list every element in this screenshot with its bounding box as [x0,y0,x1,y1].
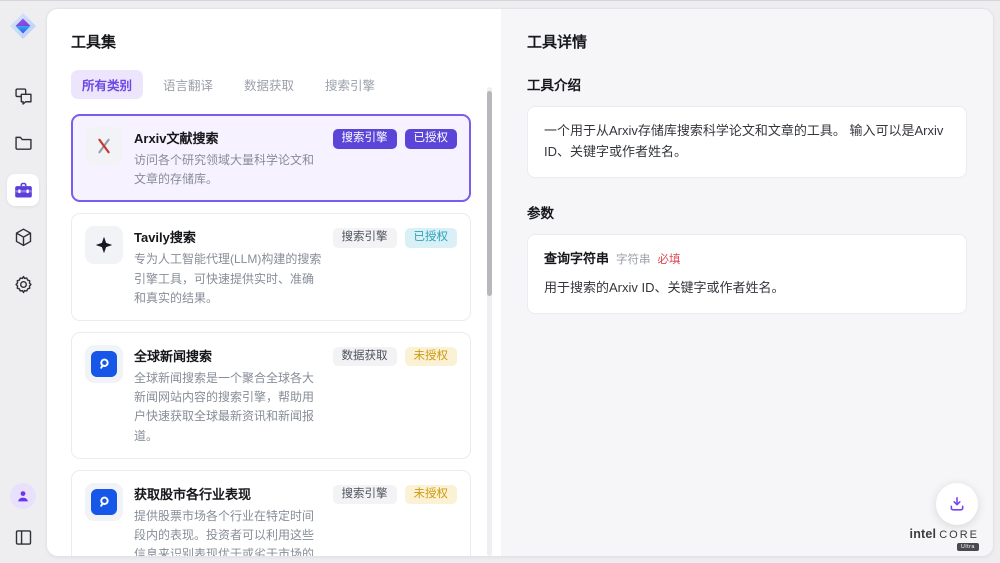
list-scrollbar-thumb[interactable] [487,91,492,296]
tool-list-title: 工具集 [71,31,471,52]
core-wordmark: core [939,529,979,541]
tool-icon [85,483,123,521]
toolbox-icon [13,180,34,201]
category-tabs: 所有类别语言翻译数据获取搜索引擎 [71,70,471,99]
tool-info: 全球新闻搜索 全球新闻搜索是一个聚合全球各大新闻网站内容的搜索引擎，帮助用户快速… [134,345,322,446]
tab[interactable]: 语言翻译 [152,70,224,99]
tool-name: Arxiv文献搜索 [134,128,322,147]
param-required-badge: 必填 [658,251,681,269]
tool-list-item[interactable]: Arxiv文献搜索 访问各个研究领域大量科学论文和文章的存储库。 搜索引擎 已授… [71,114,471,202]
intro-heading: 工具介绍 [527,74,967,94]
news-search-icon [91,489,117,515]
tool-list: Arxiv文献搜索 访问各个研究领域大量科学论文和文章的存储库。 搜索引擎 已授… [71,114,471,556]
tool-list-item[interactable]: 全球新闻搜索 全球新闻搜索是一个聚合全球各大新闻网站内容的搜索引擎，帮助用户快速… [71,332,471,459]
param-card: 查询字符串 字符串 必填 用于搜索的Arxiv ID、关键字或作者姓名。 [527,234,967,315]
tool-category-badge: 搜索引擎 [333,228,397,248]
tool-icon [85,127,123,165]
sidebar-item-models[interactable] [7,221,39,253]
intel-core-logo: intel core Ultra [910,528,979,551]
collapse-panel-button[interactable] [7,521,39,553]
sidebar-item-tools[interactable] [7,174,39,206]
panel-layout-icon [13,527,34,548]
tool-list-item[interactable]: 获取股市各行业表现 提供股票市场各个行业在特定时间段内的表现。投资者可以利用这些… [71,470,471,556]
sidebar-item-files[interactable] [7,127,39,159]
tool-info: Tavily搜索 专为人工智能代理(LLM)构建的搜索引擎工具，可快速提供实时、… [134,226,322,308]
tool-name: Tavily搜索 [134,227,322,246]
download-icon [947,494,967,514]
param-description: 用于搜索的Arxiv ID、关键字或作者姓名。 [544,278,950,299]
tool-description: 访问各个研究领域大量科学论文和文章的存储库。 [134,151,322,189]
left-sidebar [0,0,46,563]
chat-icon [13,86,34,107]
sidebar-item-settings[interactable] [7,268,39,300]
person-icon [15,488,31,504]
tool-auth-badge: 未授权 [405,485,458,505]
tool-badges: 数据获取 未授权 [333,345,458,367]
tool-description: 全球新闻搜索是一个聚合全球各大新闻网站内容的搜索引擎，帮助用户快速获取全球最新资… [134,369,322,446]
tool-category-badge: 搜索引擎 [333,485,397,505]
tool-description: 专为人工智能代理(LLM)构建的搜索引擎工具，可快速提供实时、准确和真实的结果。 [134,250,322,308]
tool-list-item[interactable]: Tavily搜索 专为人工智能代理(LLM)构建的搜索引擎工具，可快速提供实时、… [71,213,471,321]
tool-badges: 搜索引擎 已授权 [333,127,458,149]
tool-name: 全球新闻搜索 [134,346,322,365]
tab[interactable]: 数据获取 [233,70,305,99]
download-button[interactable] [936,483,978,525]
folder-icon [13,133,34,154]
tool-category-badge: 数据获取 [333,347,397,367]
news-search-icon [91,351,117,377]
tool-info: Arxiv文献搜索 访问各个研究领域大量科学论文和文章的存储库。 [134,127,322,189]
tool-list-pane: 工具集 所有类别语言翻译数据获取搜索引擎 Arxiv文献搜索 访问各个研究领域大… [47,9,501,556]
tool-badges: 搜索引擎 已授权 [333,226,458,248]
params-heading: 参数 [527,202,967,222]
tool-name: 获取股市各行业表现 [134,484,322,503]
ultra-badge: Ultra [957,543,979,551]
detail-title: 工具详情 [527,31,967,52]
app-logo [9,12,37,40]
tool-category-badge: 搜索引擎 [333,129,397,149]
gear-icon [13,274,34,295]
sparkle-icon [93,234,115,256]
tool-detail-pane: 工具详情 工具介绍 一个用于从Arxiv存储库搜索科学论文和文章的工具。 输入可… [501,9,993,556]
param-type: 字符串 [616,251,651,269]
tab[interactable]: 所有类别 [71,70,143,99]
user-avatar[interactable] [10,483,36,509]
intel-wordmark: intel [910,528,937,542]
tool-description: 提供股票市场各个行业在特定时间段内的表现。投资者可以利用这些信息来识别表现优于或… [134,507,322,556]
main-panel: 工具集 所有类别语言翻译数据获取搜索引擎 Arxiv文献搜索 访问各个研究领域大… [46,8,994,557]
param-name: 查询字符串 [544,249,609,270]
tab[interactable]: 搜索引擎 [314,70,386,99]
arxiv-icon [93,135,115,157]
list-scrollbar[interactable] [487,87,492,556]
tool-auth-badge: 未授权 [405,347,458,367]
sidebar-item-chat[interactable] [7,80,39,112]
tool-auth-badge: 已授权 [405,228,458,248]
tool-info: 获取股市各行业表现 提供股票市场各个行业在特定时间段内的表现。投资者可以利用这些… [134,483,322,556]
tool-auth-badge: 已授权 [405,129,458,149]
tool-icon [85,345,123,383]
cube-icon [13,227,34,248]
tool-icon [85,226,123,264]
tool-badges: 搜索引擎 未授权 [333,483,458,505]
intro-card: 一个用于从Arxiv存储库搜索科学论文和文章的工具。 输入可以是Arxiv ID… [527,106,967,178]
